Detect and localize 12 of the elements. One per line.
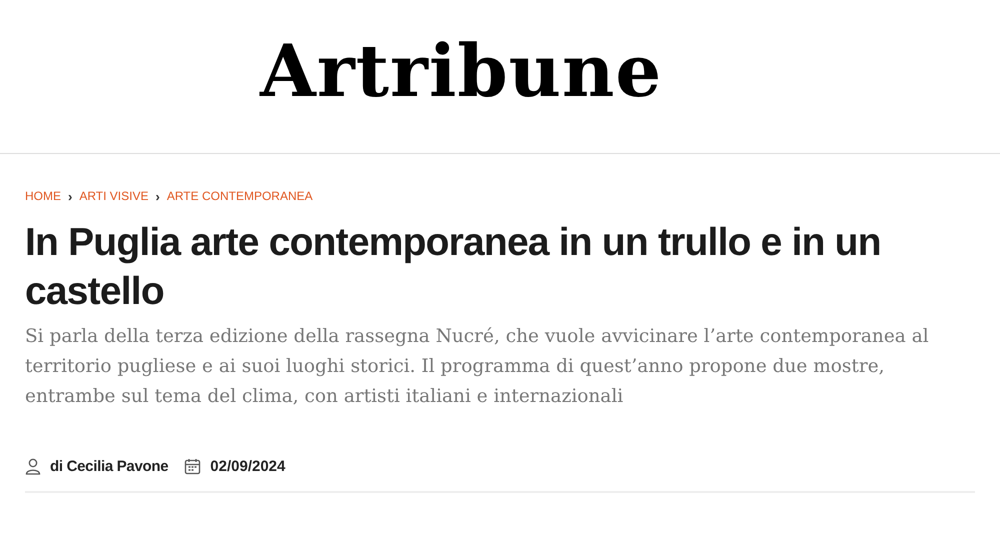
site-logo[interactable]: Artribune <box>260 28 662 113</box>
breadcrumb-link[interactable]: HOME <box>25 189 61 203</box>
calendar-icon <box>184 458 202 474</box>
breadcrumb-link[interactable]: ARTE CONTEMPORANEA <box>166 189 313 203</box>
publish-date: 02/09/2024 <box>210 458 286 474</box>
person-icon <box>25 458 41 474</box>
breadcrumb-separator: › <box>68 188 72 204</box>
author-link[interactable]: di Cecilia Pavone <box>50 458 168 474</box>
breadcrumb-separator: › <box>155 188 160 204</box>
article-title: In Puglia arte contemporanea in un trullo e in un castello <box>25 220 882 315</box>
breadcrumb-link[interactable]: ARTI VISIVE <box>79 189 148 203</box>
article-subtitle: Si parla della terza edizione della rassegna Nucré, che vuole avvicinare l’arte contemporanea al territorio pugliese e ai suoi luoghi storici. Il programma di quest’anno propone due mostre, entrambe sul tema del clima, con artisti italiani e internazionali <box>25 325 930 409</box>
